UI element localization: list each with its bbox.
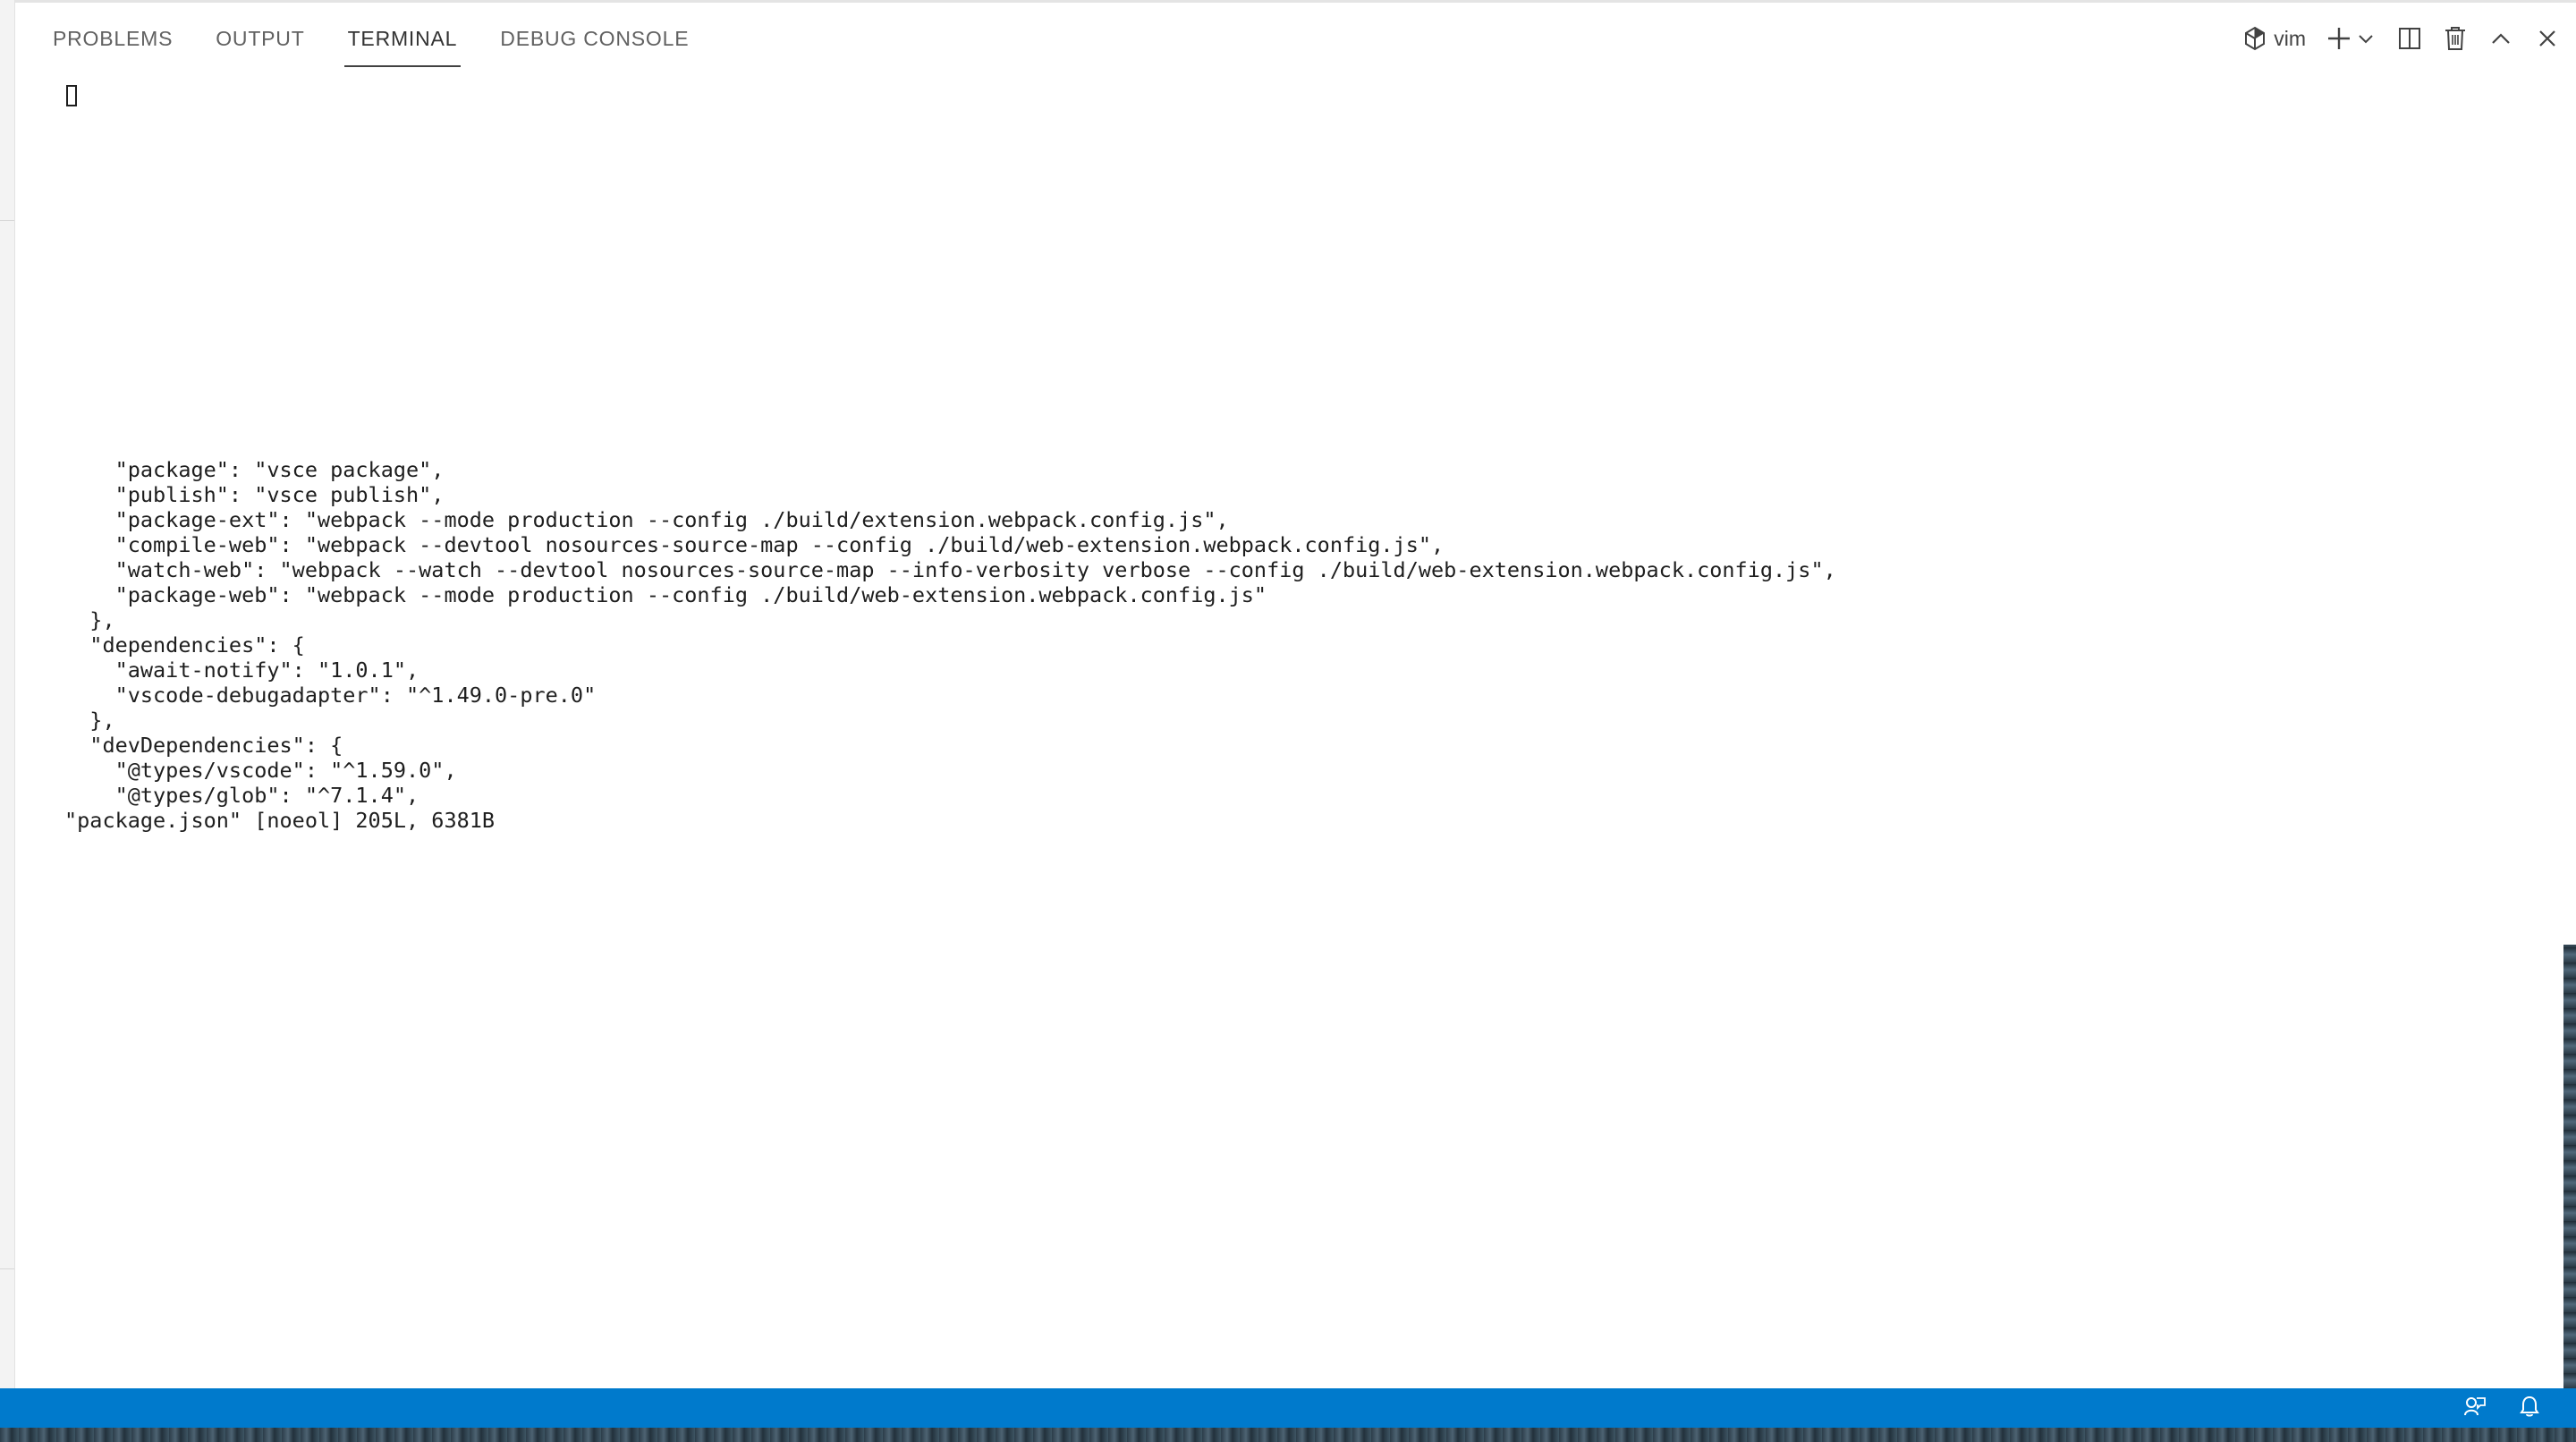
tab-problems[interactable]: PROBLEMS <box>53 3 173 74</box>
terminal-line: "@types/glob": "^7.1.4", <box>64 783 419 808</box>
tab-terminal[interactable]: TERMINAL <box>343 3 461 74</box>
chevron-down-icon <box>2358 32 2374 45</box>
terminal-cursor <box>66 85 77 106</box>
tab-label: PROBLEMS <box>53 26 174 50</box>
split-terminal-icon <box>2397 26 2422 51</box>
terminal-selector[interactable]: vim <box>2243 21 2306 56</box>
terminal-line: "vscode-debugadapter": "^1.49.0-pre.0" <box>64 683 597 708</box>
tab-debug-console[interactable]: DEBUG CONSOLE <box>500 3 689 74</box>
terminal-line: }, <box>64 708 115 733</box>
vim-status-line: "package.json" [noeol] 205L, 6381B <box>64 808 496 833</box>
terminal-content[interactable]: "package": "vsce package", "publish": "v… <box>48 74 2553 1380</box>
maximize-panel-button[interactable] <box>2490 21 2512 56</box>
launch-profile-button[interactable] <box>2358 21 2374 56</box>
close-panel-button[interactable] <box>2537 21 2558 56</box>
panel-actions: vim <box>2243 3 2558 74</box>
feedback-button[interactable] <box>2463 1395 2487 1422</box>
terminal-line: "watch-web": "webpack --watch --devtool … <box>64 557 1836 582</box>
feedback-icon <box>2463 1395 2487 1422</box>
terminal-line: "dependencies": { <box>64 632 305 657</box>
terminal-line: "await-notify": "1.0.1", <box>64 657 419 683</box>
tab-label: OUTPUT <box>216 26 305 50</box>
terminal-output: "package": "vsce package", "publish": "v… <box>64 457 1836 833</box>
plus-icon <box>2326 25 2352 52</box>
status-bar-right <box>2431 1388 2540 1428</box>
terminal-line: "devDependencies": { <box>64 733 343 758</box>
kill-terminal-button[interactable] <box>2444 21 2467 56</box>
close-icon <box>2537 28 2558 49</box>
tab-label: DEBUG CONSOLE <box>500 26 690 50</box>
terminal-line: "package-web": "webpack --mode productio… <box>64 582 1267 607</box>
new-terminal-button[interactable] <box>2326 21 2352 56</box>
bottom-panel: PROBLEMS OUTPUT TERMINAL DEBUG CONSOLE v… <box>15 0 2576 1388</box>
terminal-line: "compile-web": "webpack --devtool nosour… <box>64 532 1445 557</box>
divider <box>0 1268 14 1269</box>
terminal-icon <box>2243 26 2267 51</box>
desktop-background <box>0 1428 2576 1442</box>
split-terminal-button[interactable] <box>2397 21 2422 56</box>
terminal-line: "package": "vsce package", <box>64 457 445 482</box>
editor-left-edge <box>0 0 15 1388</box>
panel-tabs: PROBLEMS OUTPUT TERMINAL DEBUG CONSOLE <box>53 3 732 74</box>
bell-icon <box>2519 1395 2540 1422</box>
trash-icon <box>2444 25 2467 52</box>
terminal-line: }, <box>64 607 115 632</box>
status-bar <box>0 1388 2576 1428</box>
terminal-line: "publish": "vsce publish", <box>64 482 445 507</box>
notifications-button[interactable] <box>2519 1395 2540 1422</box>
tab-label: TERMINAL <box>347 26 458 50</box>
divider <box>0 220 14 221</box>
terminal-shell-name: vim <box>2274 26 2306 50</box>
chevron-up-icon <box>2490 31 2512 46</box>
terminal-line: "@types/vscode": "^1.59.0", <box>64 758 457 783</box>
tab-output[interactable]: OUTPUT <box>216 3 304 74</box>
terminal-line: "package-ext": "webpack --mode productio… <box>64 507 1229 532</box>
vscode-window: PROBLEMS OUTPUT TERMINAL DEBUG CONSOLE v… <box>0 0 2576 1442</box>
desktop-background <box>2563 945 2576 1388</box>
